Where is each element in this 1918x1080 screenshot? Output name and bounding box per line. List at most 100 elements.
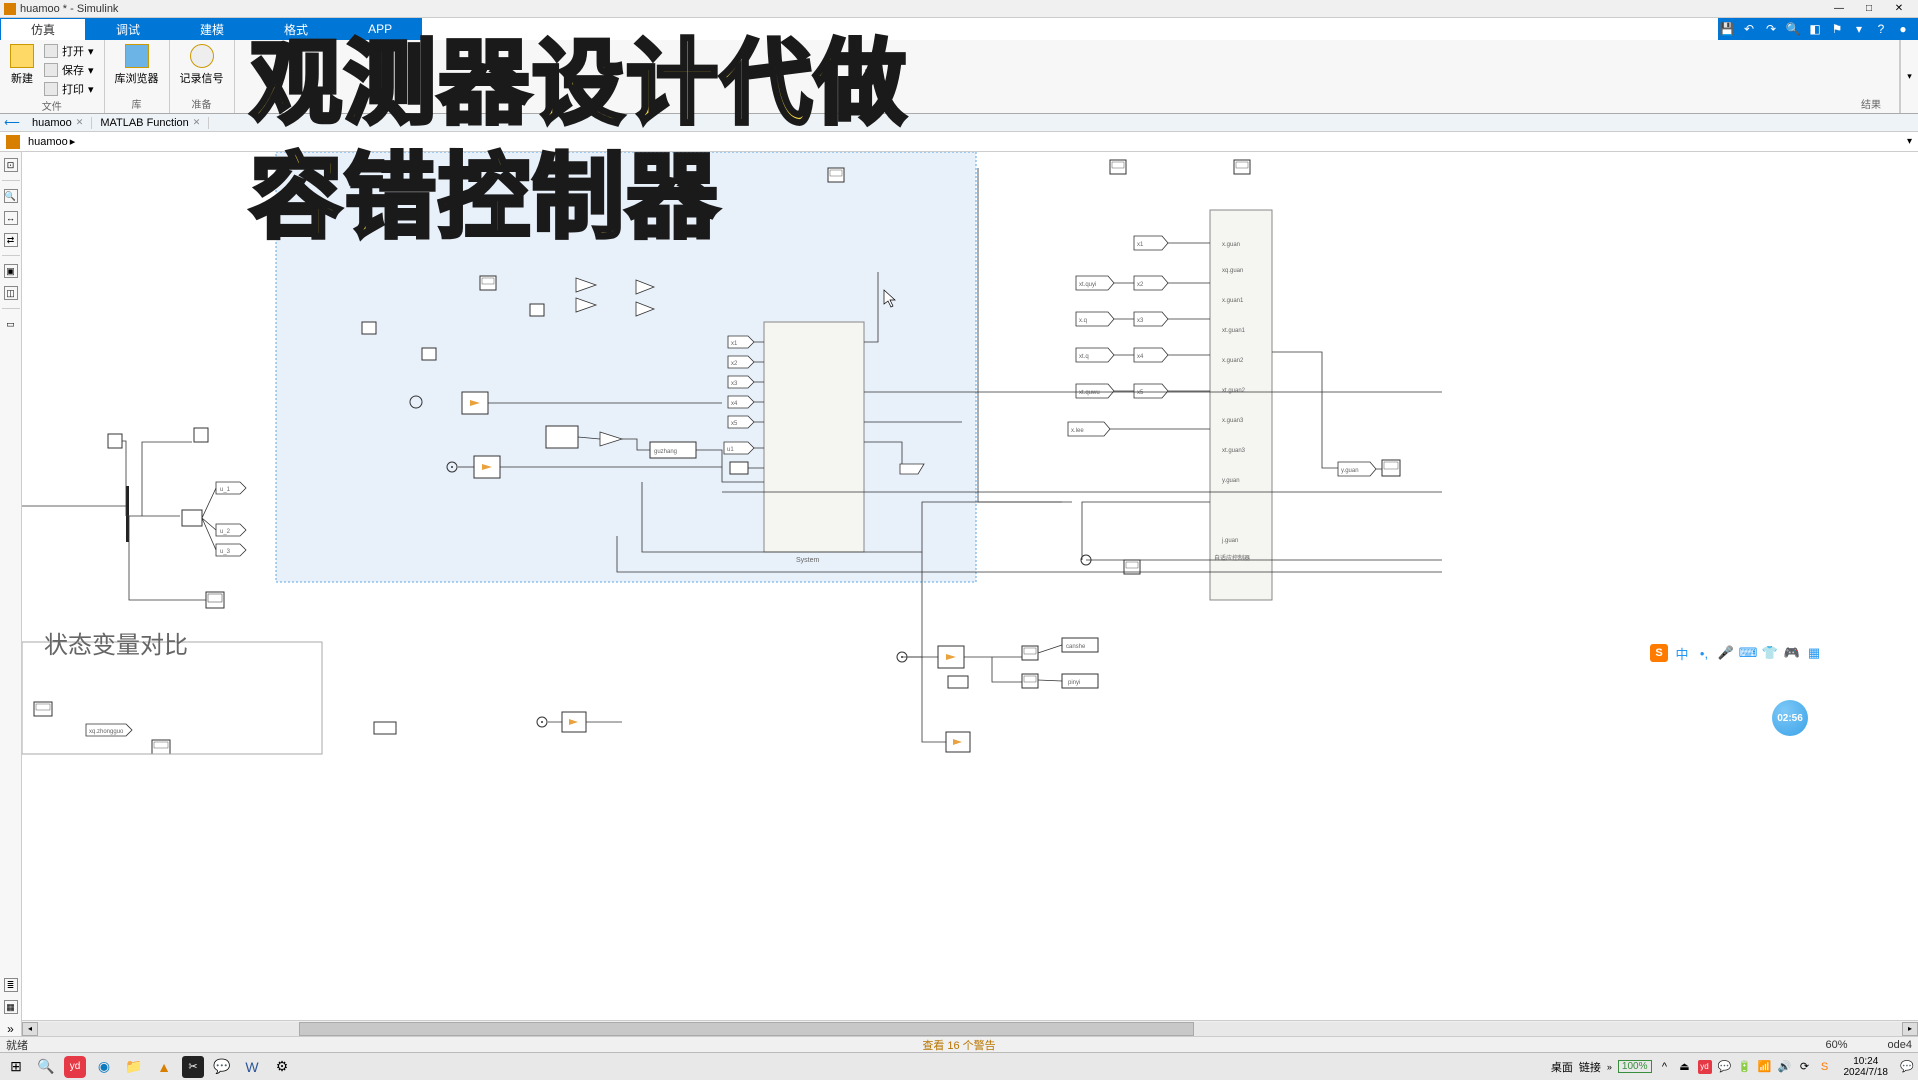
toggle-icon[interactable]: ⇄ <box>4 233 18 247</box>
tab-modeling[interactable]: 建模 <box>170 18 254 40</box>
ime-lang-icon[interactable]: 中 <box>1674 645 1690 661</box>
tray-battery-icon[interactable]: 🔋 <box>1738 1060 1752 1074</box>
tab-app[interactable]: APP <box>338 18 422 40</box>
doc-tab-huamoo[interactable]: huamoo✕ <box>24 117 92 129</box>
image-tool-icon[interactable]: ▣ <box>4 264 18 278</box>
fit-view-icon[interactable]: ↔ <box>4 211 18 225</box>
tray-chevron-icon[interactable]: ^ <box>1658 1060 1672 1074</box>
save-icon[interactable]: 💾 <box>1718 20 1736 38</box>
toolbar-separator <box>2 255 20 256</box>
taskbar-clock[interactable]: 10:24 2024/7/18 <box>1844 1056 1889 1078</box>
menu-icon[interactable]: ▾ <box>1850 20 1868 38</box>
library-icon <box>125 44 149 68</box>
status-solver[interactable]: ode4 <box>1888 1039 1912 1051</box>
search-icon[interactable]: 🔍 <box>1784 20 1802 38</box>
tray-usb-icon[interactable]: ⏏ <box>1678 1060 1692 1074</box>
breadcrumb-dropdown-icon[interactable]: ▾ <box>1907 136 1912 147</box>
explorer-icon[interactable]: 📁 <box>122 1055 146 1079</box>
scroll-thumb[interactable] <box>299 1022 1194 1036</box>
settings-icon[interactable]: ⚙ <box>270 1055 294 1079</box>
simulink-canvas[interactable]: .blk{fill:#fff;stroke:#333;stroke-width:… <box>22 152 1918 1020</box>
close-tab-icon[interactable]: ✕ <box>193 117 201 128</box>
svg-text:j.guan: j.guan <box>1221 538 1238 544</box>
ribbon-expand-button[interactable]: ▾ <box>1900 40 1918 113</box>
toolbar-separator <box>2 308 20 309</box>
notification-icon[interactable]: 💬 <box>1900 1060 1914 1074</box>
svg-text:x2: x2 <box>731 361 738 367</box>
breadcrumb-chevron-icon[interactable]: ▸ <box>70 135 76 148</box>
horizontal-scrollbar[interactable]: ◂ ▸ <box>22 1020 1918 1036</box>
back-button[interactable]: ⟵ <box>4 115 20 131</box>
record-icon <box>190 44 214 68</box>
wechat-icon[interactable]: 💬 <box>210 1055 234 1079</box>
tray-sync-icon[interactable]: ⟳ <box>1798 1060 1812 1074</box>
annotation-tool-icon[interactable]: ◫ <box>4 286 18 300</box>
links-label[interactable]: 链接 <box>1579 1059 1601 1075</box>
tray-wechat-icon[interactable]: 💬 <box>1718 1060 1732 1074</box>
tab-format[interactable]: 格式 <box>254 18 338 40</box>
tray-ime-icon[interactable]: S <box>1818 1060 1832 1074</box>
tray-network-icon[interactable]: 📶 <box>1758 1060 1772 1074</box>
capcut-icon[interactable]: ✂ <box>182 1056 204 1078</box>
breadcrumb-path[interactable]: huamoo <box>28 136 68 148</box>
doc-tab-matlab-function[interactable]: MATLAB Function✕ <box>92 117 209 129</box>
svg-text:xt.quyi: xt.quyi <box>1079 282 1096 288</box>
rect-tool-icon[interactable]: ▭ <box>4 317 18 331</box>
status-zoom[interactable]: 60% <box>1825 1039 1847 1051</box>
ime-grid-icon[interactable]: ▦ <box>1806 645 1822 661</box>
library-browser-button[interactable]: 库浏览器 <box>113 42 161 88</box>
close-tab-icon[interactable]: ✕ <box>76 117 84 128</box>
status-warnings[interactable]: 查看 16 个警告 <box>922 1037 995 1053</box>
scroll-track[interactable] <box>38 1022 1902 1036</box>
edge-icon[interactable]: ◉ <box>92 1055 116 1079</box>
properties-icon[interactable]: ▦ <box>4 1000 18 1014</box>
zoom-fit-icon[interactable]: ⊡ <box>4 158 18 172</box>
matlab-icon[interactable]: ▲ <box>152 1055 176 1079</box>
ime-logo-icon[interactable]: S <box>1650 644 1668 662</box>
tool-icon[interactable]: ◧ <box>1806 20 1824 38</box>
maximize-button[interactable]: □ <box>1854 1 1884 17</box>
ime-skin-icon[interactable]: 👕 <box>1762 645 1778 661</box>
flag-icon[interactable]: ⚑ <box>1828 20 1846 38</box>
svg-text:u_2: u_2 <box>220 529 231 535</box>
help-icon[interactable]: ? <box>1872 20 1890 38</box>
redo-icon[interactable]: ↷ <box>1762 20 1780 38</box>
undo-icon[interactable]: ↶ <box>1740 20 1758 38</box>
svg-text:x1: x1 <box>1137 242 1144 248</box>
ime-mic-icon[interactable]: 🎤 <box>1718 645 1734 661</box>
tab-debug[interactable]: 调试 <box>86 18 170 40</box>
record-signal-button[interactable]: 记录信号 <box>178 42 226 88</box>
more-tools-icon[interactable]: » <box>4 1022 18 1036</box>
layers-icon[interactable]: ≣ <box>4 978 18 992</box>
tray-yd-icon[interactable]: yd <box>1698 1060 1712 1074</box>
ime-game-icon[interactable]: 🎮 <box>1784 645 1800 661</box>
panel-title: 状态变量对比 <box>44 625 188 660</box>
canvas-area: ⊡ 🔍 ↔ ⇄ ▣ ◫ ▭ ≣ ▦ » .blk{fill:#fff;strok… <box>0 152 1918 1036</box>
word-icon[interactable]: W <box>240 1055 264 1079</box>
minimize-button[interactable]: — <box>1824 1 1854 17</box>
youdao-icon[interactable]: yd <box>64 1056 86 1078</box>
ime-toolbar[interactable]: S 中 •, 🎤 ⌨ 👕 🎮 ▦ <box>1644 642 1828 664</box>
battery-indicator[interactable]: 100% <box>1618 1060 1652 1073</box>
print-button[interactable]: 打印 ▾ <box>42 80 96 98</box>
svg-text:x3: x3 <box>1137 318 1144 324</box>
scroll-right-button[interactable]: ▸ <box>1902 1022 1918 1036</box>
tray-volume-icon[interactable]: 🔊 <box>1778 1060 1792 1074</box>
ime-keyboard-icon[interactable]: ⌨ <box>1740 645 1756 661</box>
collapse-icon[interactable]: ● <box>1894 20 1912 38</box>
zoom-tool-icon[interactable]: 🔍 <box>4 189 18 203</box>
tray-expand-icon[interactable]: » <box>1607 1062 1612 1072</box>
open-button[interactable]: 打开 ▾ <box>42 42 96 60</box>
new-button[interactable]: 新建 <box>8 42 36 88</box>
search-taskbar-icon[interactable]: 🔍 <box>34 1055 58 1079</box>
desktop-label[interactable]: 桌面 <box>1551 1059 1573 1075</box>
ime-punct-icon[interactable]: •, <box>1696 645 1712 661</box>
save-button[interactable]: 保存 ▾ <box>42 61 96 79</box>
start-button[interactable]: ⊞ <box>4 1055 28 1079</box>
scroll-left-button[interactable]: ◂ <box>22 1022 38 1036</box>
model-diagram[interactable]: .blk{fill:#fff;stroke:#333;stroke-width:… <box>22 152 1918 772</box>
tab-simulation[interactable]: 仿真 <box>0 18 86 40</box>
svg-text:x4: x4 <box>731 401 738 407</box>
library-label: 库浏览器 <box>115 70 159 86</box>
close-button[interactable]: ✕ <box>1884 1 1914 17</box>
